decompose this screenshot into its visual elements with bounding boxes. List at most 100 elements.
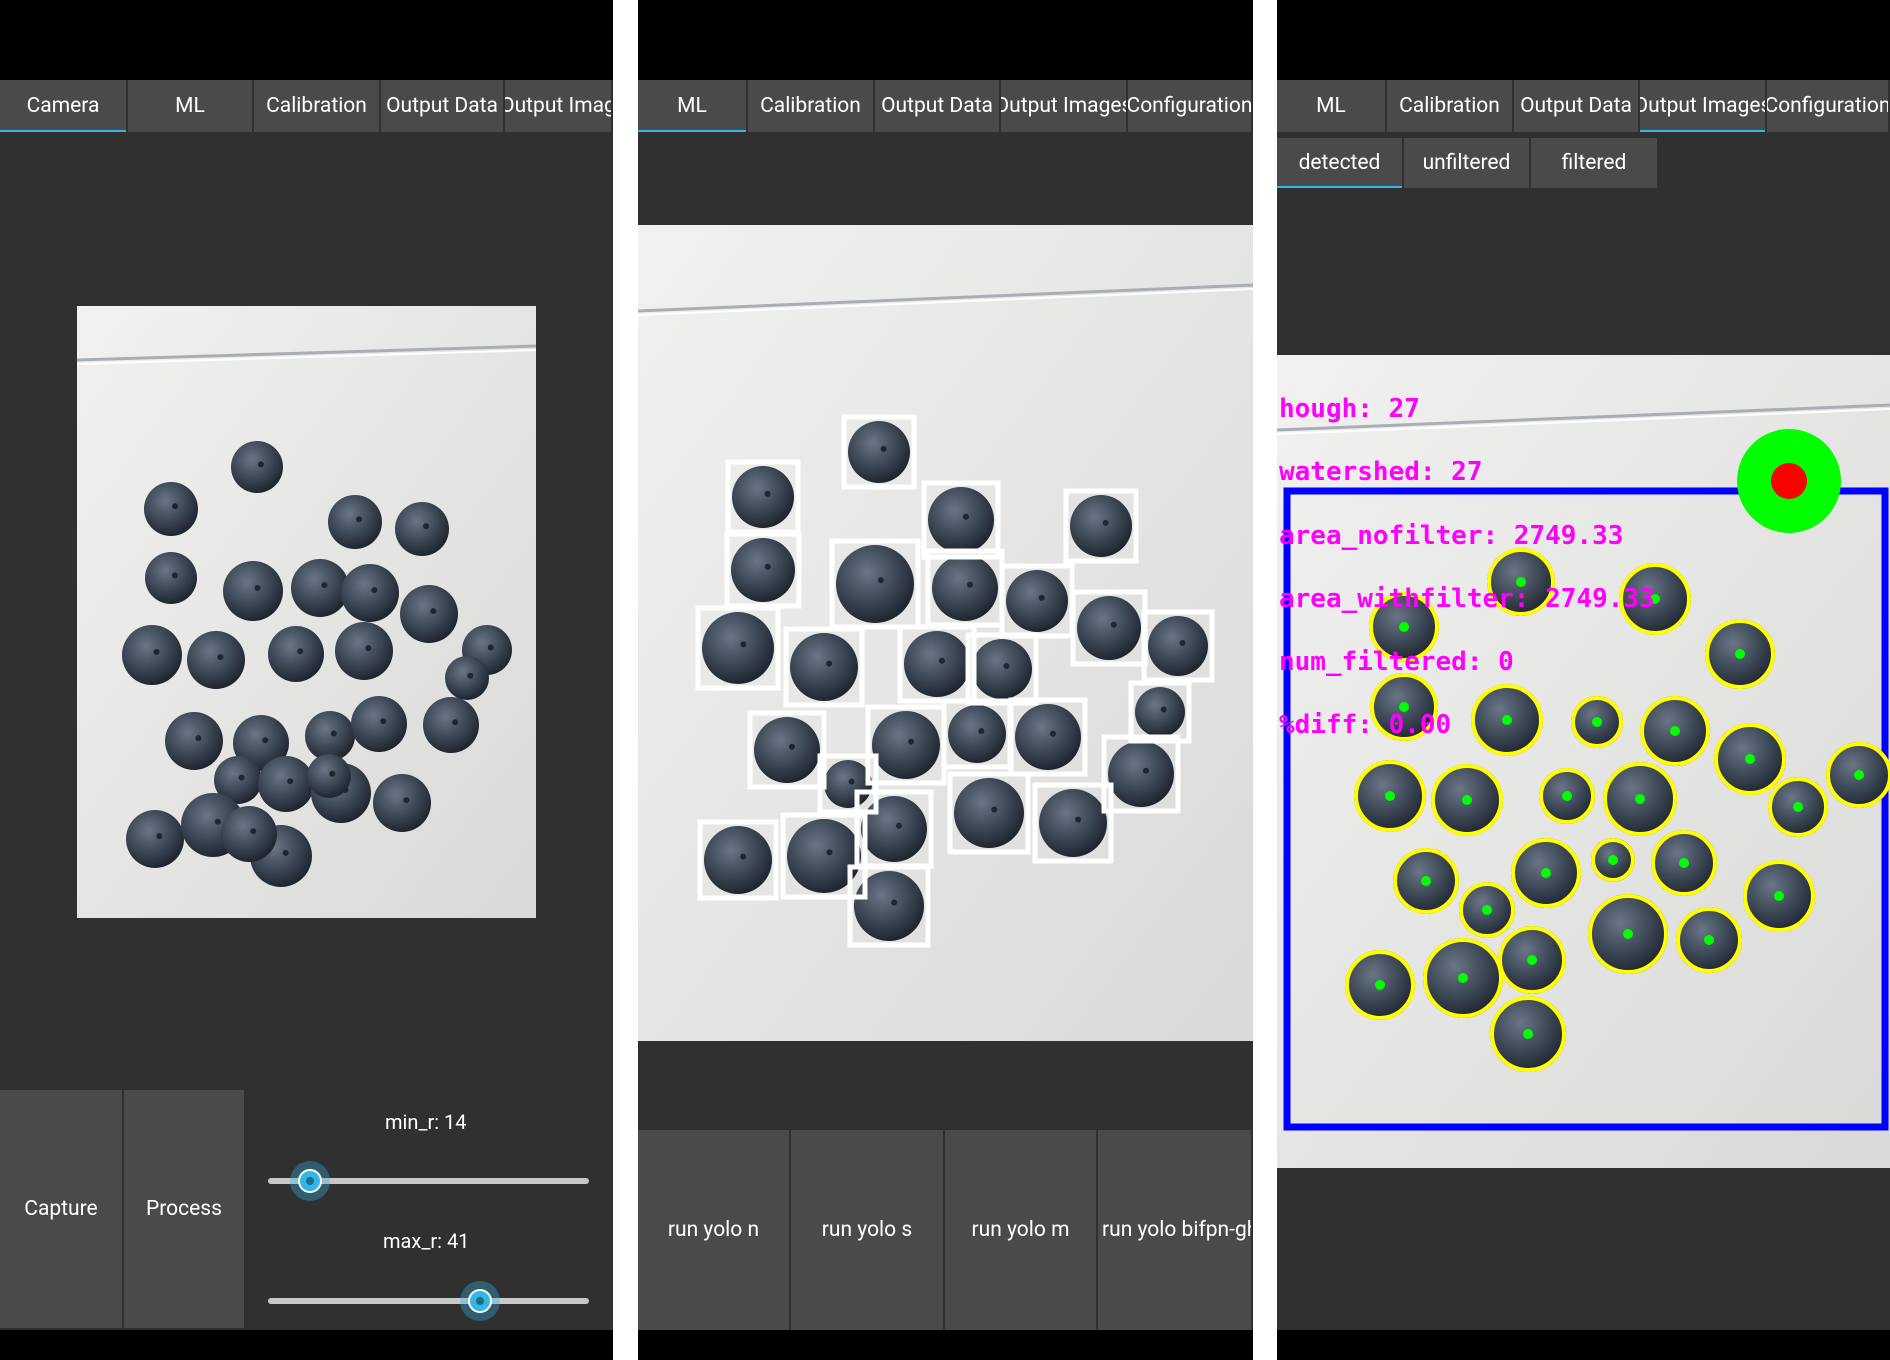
min-r-slider-thumb[interactable]	[290, 1161, 330, 1201]
circle-center-dot	[1793, 802, 1803, 812]
blueberry	[165, 712, 223, 770]
blueberry-calyx	[938, 657, 945, 664]
blueberry-calyx	[423, 523, 430, 530]
blueberry	[754, 717, 820, 783]
capture-button[interactable]: Capture	[0, 1090, 124, 1328]
tab-output-data[interactable]: Output Data	[1514, 80, 1640, 132]
blueberry	[221, 806, 277, 862]
process-button[interactable]: Process	[124, 1090, 246, 1328]
tab-ml[interactable]: ML	[1277, 80, 1387, 132]
circle-center-dot	[1562, 791, 1572, 801]
blueberry-calyx	[1110, 621, 1117, 628]
tab-ml[interactable]: ML	[638, 80, 748, 132]
circle-center-dot	[1608, 855, 1618, 865]
blueberry-calyx	[262, 737, 269, 744]
blueberry	[268, 626, 324, 682]
blueberry	[1077, 596, 1141, 660]
blueberry-calyx	[908, 738, 915, 745]
circle-center-dot	[1375, 980, 1385, 990]
blueberry-calyx	[1038, 594, 1045, 601]
phone-screen-output-images: ML Calibration Output Data Output Images…	[1277, 0, 1890, 1360]
blueberry	[702, 612, 774, 684]
circle-center-dot	[1421, 876, 1431, 886]
max-r-slider-track[interactable]	[268, 1298, 589, 1304]
blueberry	[1148, 616, 1208, 676]
blueberry-calyx	[877, 577, 884, 584]
blueberry	[1015, 704, 1081, 770]
circle-center-dot	[1854, 770, 1864, 780]
blueberry-calyx	[195, 735, 202, 742]
tab-output-images[interactable]: Output Images	[1001, 80, 1128, 132]
tab-calibration[interactable]: Calibration	[1387, 80, 1514, 132]
blueberry	[904, 631, 970, 697]
blueberry	[351, 696, 407, 752]
blueberry	[1108, 741, 1174, 807]
overlay-area-withfilter: area_withfilter: 2749.33	[1279, 584, 1655, 614]
blueberry	[731, 538, 795, 602]
blueberry	[972, 639, 1032, 699]
blueberry-calyx	[250, 828, 257, 835]
blueberry	[928, 487, 994, 553]
run-yolo-n-button[interactable]: run yolo n	[638, 1130, 791, 1330]
blueberry	[400, 585, 458, 643]
circle-center-dot	[1592, 717, 1602, 727]
blueberry-calyx	[962, 513, 969, 520]
blueberry	[307, 754, 351, 798]
blueberry	[861, 796, 927, 862]
circle-center-dot	[1527, 955, 1537, 965]
blueberry-calyx	[880, 445, 887, 452]
tab-output-images[interactable]: Output Imag	[505, 80, 613, 132]
tab-output-data[interactable]: Output Data	[875, 80, 1001, 132]
tab-configuration[interactable]: Configuration	[1128, 80, 1253, 132]
circle-center-dot	[1399, 622, 1409, 632]
subtab-filtered[interactable]: filtered	[1531, 138, 1657, 188]
blueberry-calyx	[1049, 730, 1056, 737]
blueberry-photo	[77, 306, 536, 918]
run-yolo-bifpn-ghost-button[interactable]: run yolo bifpn-gho	[1098, 1130, 1253, 1330]
blueberry-calyx	[788, 743, 795, 750]
circle-center-dot	[1704, 935, 1714, 945]
blueberry	[872, 711, 940, 779]
tab-ml[interactable]: ML	[128, 80, 254, 132]
nav-bar	[638, 1330, 1253, 1360]
blueberry	[732, 466, 794, 528]
overlay-diff: %diff: 0.00	[1279, 710, 1451, 740]
overlay-area-nofilter: area_nofilter: 2749.33	[1279, 521, 1623, 551]
circle-center-dot	[1502, 715, 1512, 725]
max-r-slider-thumb[interactable]	[460, 1281, 500, 1321]
blueberry-calyx	[826, 849, 833, 856]
blueberry	[373, 774, 431, 832]
blueberry-calyx	[895, 822, 902, 829]
status-marker-inner-icon	[1771, 463, 1807, 499]
tab-camera[interactable]: Camera	[0, 80, 128, 132]
tab-bar: ML Calibration Output Data Output Images…	[1277, 80, 1890, 132]
circle-center-dot	[1482, 905, 1492, 915]
circle-center-dot	[1623, 929, 1633, 939]
nav-bar	[0, 1330, 613, 1360]
blueberry	[291, 559, 349, 617]
blueberry-calyx	[764, 490, 771, 497]
run-yolo-m-button[interactable]: run yolo m	[945, 1130, 1098, 1330]
subtab-bar: detected unfiltered filtered	[1277, 138, 1657, 188]
blueberry	[423, 697, 479, 753]
blueberry-calyx	[403, 797, 410, 804]
tab-configuration[interactable]: Configuration	[1767, 80, 1890, 132]
run-yolo-s-button[interactable]: run yolo s	[791, 1130, 945, 1330]
tab-output-images[interactable]: Output Images	[1640, 80, 1767, 132]
circle-center-dot	[1635, 794, 1645, 804]
subtab-detected[interactable]: detected	[1277, 138, 1404, 188]
tab-output-data[interactable]: Output Data	[381, 80, 505, 132]
subtab-unfiltered[interactable]: unfiltered	[1404, 138, 1531, 188]
blueberry	[144, 482, 198, 536]
tab-calibration[interactable]: Calibration	[254, 80, 381, 132]
tab-calibration[interactable]: Calibration	[748, 80, 875, 132]
blueberry	[122, 625, 182, 685]
blueberry-calyx	[1179, 640, 1186, 646]
blueberry-calyx	[826, 660, 833, 667]
blueberry-calyx	[1102, 519, 1109, 526]
tab-bar: ML Calibration Output Data Output Images…	[638, 80, 1253, 132]
overlay-num-filtered: num_filtered: 0	[1279, 647, 1514, 677]
blueberry-calyx	[848, 778, 855, 785]
circle-center-dot	[1458, 973, 1468, 983]
camera-preview-image	[77, 306, 536, 918]
